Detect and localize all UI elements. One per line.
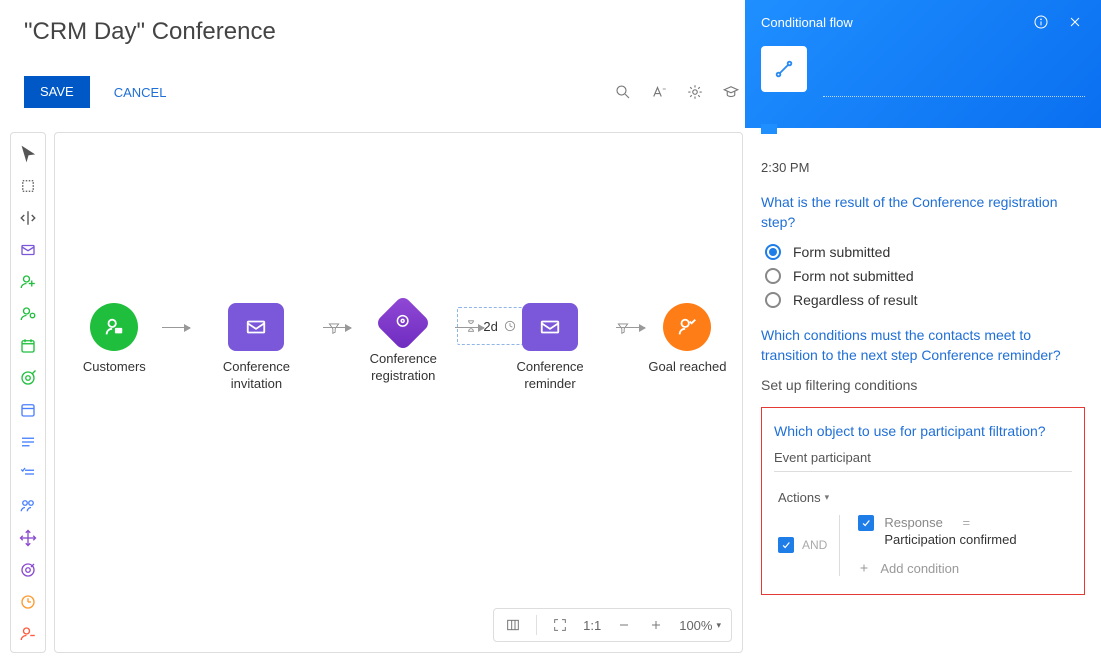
list-element-icon[interactable] xyxy=(17,431,39,453)
checklist-element-icon[interactable] xyxy=(17,463,39,485)
goal-element-icon[interactable] xyxy=(17,559,39,581)
flow-arrow xyxy=(162,303,190,351)
flow-type-icon xyxy=(761,46,807,92)
panel-name-line[interactable] xyxy=(823,96,1085,97)
gear-icon[interactable] xyxy=(685,82,705,102)
text-style-icon[interactable] xyxy=(649,82,669,102)
diagram-canvas[interactable]: Customers Conference invitation Conferen… xyxy=(54,132,743,653)
page-title: "CRM Day" Conference xyxy=(24,18,741,46)
radio-icon xyxy=(765,244,781,260)
question-object: Which object to use for participant filt… xyxy=(774,422,1072,442)
toolbar-right xyxy=(613,82,741,102)
node-reminder-label: Conference reminder xyxy=(490,359,610,393)
flow-arrow xyxy=(616,303,644,351)
add-condition-button[interactable]: Add condition xyxy=(858,561,1016,576)
email-element-icon[interactable] xyxy=(17,239,39,261)
scale-one-to-one[interactable]: 1:1 xyxy=(583,618,601,633)
node-goal-label: Goal reached xyxy=(648,359,726,376)
move-element-icon[interactable] xyxy=(17,527,39,549)
panel-tab-indicator xyxy=(761,124,777,134)
flow-row: Customers Conference invitation Conferen… xyxy=(67,303,730,423)
calendar-element-icon[interactable] xyxy=(17,399,39,421)
checkbox-checked-icon xyxy=(858,515,874,531)
subheading-filtering: Set up filtering conditions xyxy=(761,377,1085,393)
hourglass-icon xyxy=(464,319,478,333)
zoom-level[interactable]: 100%▾ xyxy=(679,618,721,633)
radio-regardless[interactable]: Regardless of result xyxy=(765,292,1085,308)
flow-arrow: 2d 2:30 PM xyxy=(455,303,483,351)
properties-panel: Conditional flow 2:30 PM What is the res… xyxy=(745,0,1101,663)
and-operator[interactable]: AND xyxy=(778,515,839,576)
node-invitation[interactable]: Conference invitation xyxy=(190,303,323,393)
radio-icon xyxy=(765,292,781,308)
radio-form-submitted[interactable]: Form submitted xyxy=(765,244,1085,260)
lasso-tool-icon[interactable] xyxy=(17,175,39,197)
event-element-icon[interactable] xyxy=(17,335,39,357)
tool-palette xyxy=(10,132,46,653)
panel-body: 2:30 PM What is the result of the Confer… xyxy=(745,128,1101,663)
node-customers-label: Customers xyxy=(83,359,146,376)
alignment-tool-icon[interactable] xyxy=(17,207,39,229)
target-element-icon[interactable] xyxy=(17,367,39,389)
timer-element-icon[interactable] xyxy=(17,591,39,613)
filter-icon xyxy=(616,321,630,335)
zoom-out-button[interactable] xyxy=(615,616,633,634)
node-goal[interactable]: Goal reached xyxy=(645,303,730,376)
audience-element-icon[interactable] xyxy=(17,495,39,517)
separator xyxy=(536,615,537,635)
node-reminder[interactable]: Conference reminder xyxy=(484,303,617,393)
filter-icon xyxy=(327,321,341,335)
cancel-button[interactable]: CANCEL xyxy=(114,85,167,100)
columns-icon[interactable] xyxy=(504,616,522,634)
search-icon[interactable] xyxy=(613,82,633,102)
checkbox-checked-icon xyxy=(778,537,794,553)
radio-icon xyxy=(765,268,781,284)
flow-arrow xyxy=(323,303,351,351)
fit-screen-icon[interactable] xyxy=(551,616,569,634)
condition-field: Response xyxy=(884,515,943,530)
main-toolbar: SAVE CANCEL xyxy=(24,74,741,110)
exit-element-icon[interactable] xyxy=(17,623,39,645)
canvas-footer: 1:1 100%▾ xyxy=(493,608,732,642)
info-icon[interactable] xyxy=(1031,12,1051,32)
academy-icon[interactable] xyxy=(721,82,741,102)
node-registration[interactable]: Conference registration xyxy=(351,303,455,385)
panel-title: Conditional flow xyxy=(761,15,853,30)
close-icon[interactable] xyxy=(1065,12,1085,32)
add-contact-icon[interactable] xyxy=(17,271,39,293)
node-customers[interactable]: Customers xyxy=(67,303,162,376)
node-registration-label: Conference registration xyxy=(351,351,455,385)
pointer-tool-icon[interactable] xyxy=(17,143,39,165)
object-field[interactable]: Event participant xyxy=(774,450,1072,472)
add-lead-icon[interactable] xyxy=(17,303,39,325)
condition-operator: = xyxy=(963,515,971,530)
condition-group: AND Response = Participation confirmed xyxy=(778,515,1072,576)
node-invitation-label: Conference invitation xyxy=(196,359,316,393)
save-button[interactable]: SAVE xyxy=(24,76,90,108)
filter-object-box: Which object to use for participant filt… xyxy=(761,407,1085,595)
actions-dropdown[interactable]: Actions▾ xyxy=(778,490,1072,505)
condition-row[interactable]: Response = Participation confirmed xyxy=(858,515,1016,547)
zoom-in-button[interactable] xyxy=(647,616,665,634)
page-header: "CRM Day" Conference xyxy=(24,18,741,46)
question-result: What is the result of the Conference reg… xyxy=(761,193,1085,232)
condition-value: Participation confirmed xyxy=(884,532,1016,547)
radio-form-not-submitted[interactable]: Form not submitted xyxy=(765,268,1085,284)
panel-time-value: 2:30 PM xyxy=(761,160,1085,175)
question-conditions: Which conditions must the contacts meet … xyxy=(761,326,1085,365)
panel-header: Conditional flow xyxy=(745,0,1101,128)
